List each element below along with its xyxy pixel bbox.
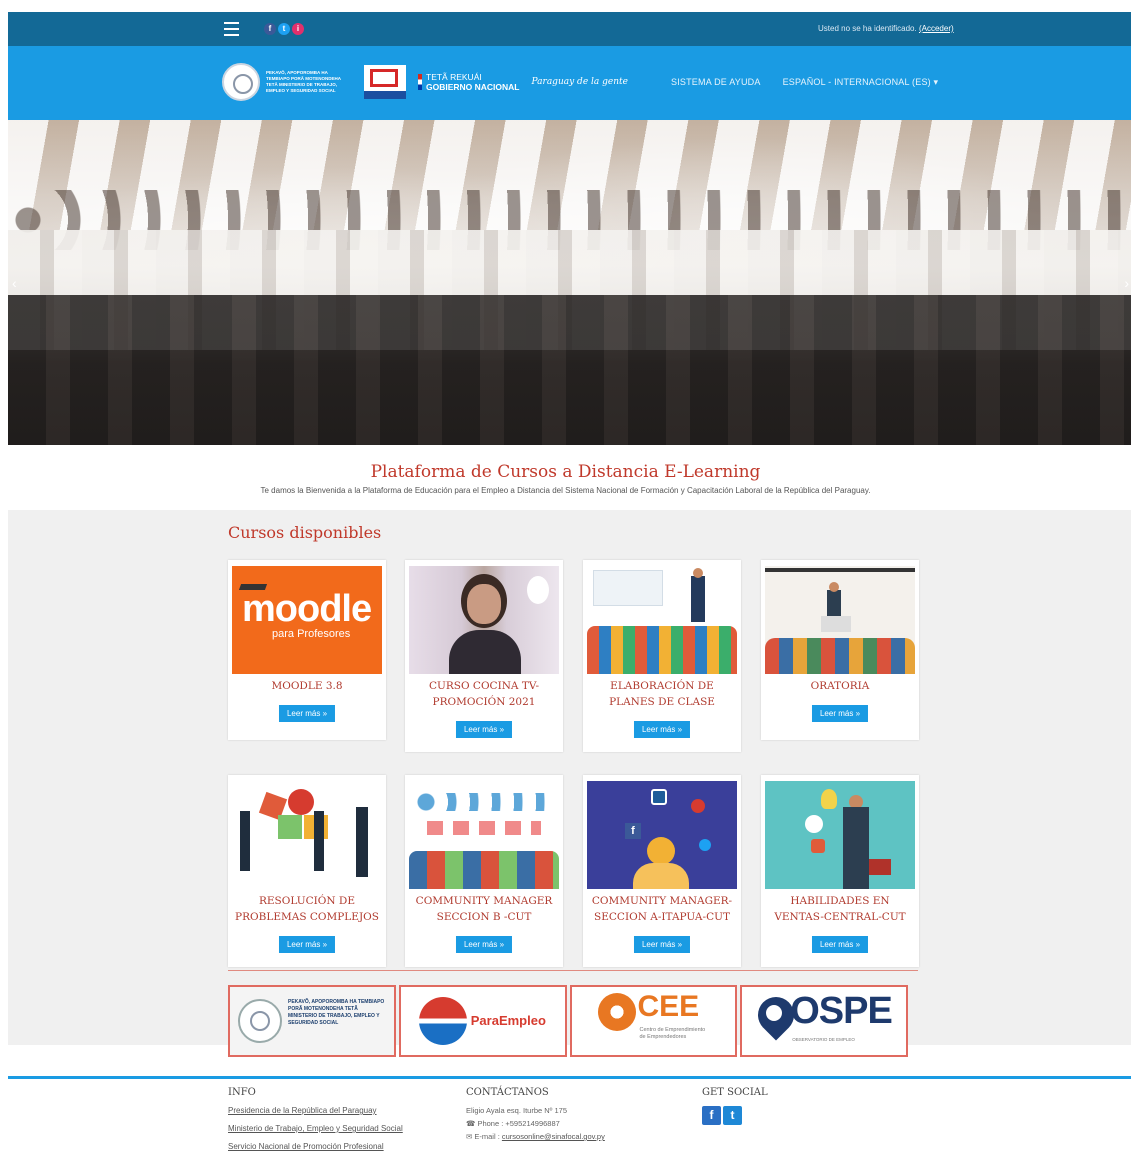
course-card[interactable]: CURSO COCINA TV-PROMOCIÓN 2021 Leer más [405, 560, 563, 752]
contact-phone: Phone : +595214996887 [477, 1119, 560, 1128]
social-icons: f t i [264, 23, 304, 35]
top-bar: f t i Usted no se ha identificado. (Acce… [8, 12, 1131, 46]
language-dropdown[interactable]: ESPAÑOL - INTERNACIONAL (ES) [783, 77, 939, 88]
cee-text: CEE [637, 990, 700, 1023]
read-more-button[interactable]: Leer más [811, 936, 869, 953]
cee-partner-logo[interactable]: CEE Centro de Emprendimiento de Emprende… [569, 985, 738, 1057]
twitter-icon[interactable]: t [723, 1106, 742, 1125]
national-seal-logo[interactable] [222, 63, 260, 101]
carousel-prev-icon[interactable]: ‹ [12, 275, 17, 291]
course-title[interactable]: CURSO COCINA TV-PROMOCIÓN 2021 [409, 678, 559, 710]
footer-link[interactable]: Servicio Nacional de Promoción Profesion… [228, 1142, 403, 1151]
ospe-partner-logo[interactable]: OSPE OBSERVATORIO DE EMPLEO [740, 985, 908, 1057]
sinafocal-logo[interactable] [364, 65, 406, 99]
footer-social-column: GET SOCIAL ft [702, 1087, 768, 1125]
course-thumbnail[interactable] [587, 566, 737, 674]
read-more-button[interactable]: Leer más [455, 936, 513, 953]
footer-contact-title: CONTÁCTANOS [466, 1087, 549, 1098]
facebook-icon[interactable]: f [264, 23, 276, 35]
moodle-logo-sub: para Profesores [272, 628, 351, 640]
ospe-sub-text: OBSERVATORIO DE EMPLEO [792, 1037, 855, 1042]
page-subtitle: Te damos la Bienvenida a la Plataforma d… [260, 486, 871, 495]
course-title[interactable]: ELABORACIÓN DE PLANES DE CLASE [587, 678, 737, 710]
contact-address: Eligio Ayala esq. Iturbe Nº 175 [466, 1106, 567, 1115]
course-thumbnail[interactable] [765, 566, 915, 674]
paraempleo-partner-logo[interactable]: ParaEmpleo [398, 985, 567, 1057]
help-link[interactable]: SISTEMA DE AYUDA [671, 77, 761, 88]
mtess-partner-logo[interactable]: PEKAVÕ, APOPOROMBA HA TEMBIAPO PORÃ MOTE… [228, 985, 396, 1057]
facebook-icon: f [625, 823, 641, 839]
logo-strip: PEKAVÕ, APOPOROMBA HA TEMBIAPO PORÃ MOTE… [222, 58, 628, 106]
contact-email-link[interactable]: cursosonline@sinafocal.gov.py [502, 1132, 605, 1141]
footer-link[interactable]: Ministerio de Trabajo, Empleo y Segurida… [228, 1124, 403, 1133]
read-more-button[interactable]: Leer más [278, 705, 336, 722]
header: PEKAVÕ, APOPOROMBA HA TEMBIAPO PORÃ MOTE… [8, 46, 1131, 120]
read-more-button[interactable]: Leer más [633, 936, 691, 953]
course-card[interactable]: HABILIDADES EN VENTAS-CENTRAL-CUT Leer m… [761, 775, 919, 967]
course-title[interactable]: COMMUNITY MANAGER-SECCION A-ITAPUA-CUT [587, 893, 737, 925]
paraguay-flag-icon [418, 74, 422, 90]
course-card[interactable]: moodle para Profesores MOODLE 3.8 Leer m… [228, 560, 386, 740]
courses-heading: Cursos disponibles [228, 523, 382, 542]
page-title: Plataforma de Cursos a Distancia E-Learn… [370, 462, 761, 482]
login-info: Usted no se ha identificado. (Acceder) [818, 24, 954, 33]
gobierno-nacional-text: GOBIERNO NACIONAL [426, 82, 520, 92]
paraempleo-text: ParaEmpleo [470, 1013, 546, 1028]
course-card[interactable]: COMMUNITY MANAGER SECCION B -CUT Leer má… [405, 775, 563, 967]
partner-logos: PEKAVÕ, APOPOROMBA HA TEMBIAPO PORÃ MOTE… [228, 985, 908, 1057]
twitter-icon[interactable]: t [278, 23, 290, 35]
course-title[interactable]: HABILIDADES EN VENTAS-CENTRAL-CUT [765, 893, 915, 925]
course-title[interactable]: ORATORIA [765, 678, 915, 694]
carousel-next-icon[interactable]: › [1124, 275, 1129, 291]
course-thumbnail[interactable] [765, 781, 915, 889]
footer-info-title: INFO [228, 1087, 256, 1098]
read-more-button[interactable]: Leer más [278, 936, 336, 953]
course-thumbnail[interactable] [232, 781, 382, 889]
course-thumbnail[interactable] [409, 781, 559, 889]
course-title[interactable]: RESOLUCIÓN DE PROBLEMAS COMPLEJOS [232, 893, 382, 925]
footer-info-column: INFO Presidencia de la República del Par… [228, 1087, 403, 1160]
course-thumbnail[interactable]: f [587, 781, 737, 889]
facebook-icon[interactable]: f [702, 1106, 721, 1125]
course-card[interactable]: ORATORIA Leer más [761, 560, 919, 740]
course-thumbnail[interactable]: moodle para Profesores [232, 566, 382, 674]
footer: INFO Presidencia de la República del Par… [8, 1079, 1131, 1162]
section-divider [228, 970, 918, 971]
footer-contact-column: CONTÁCTANOS Eligio Ayala esq. Iturbe Nº … [466, 1087, 605, 1145]
read-more-button[interactable]: Leer más [633, 721, 691, 738]
email-label: E-mail : [474, 1132, 502, 1141]
course-card[interactable]: ELABORACIÓN DE PLANES DE CLASE Leer más [583, 560, 741, 752]
ospe-text: OSPE [790, 990, 893, 1032]
course-title[interactable]: MOODLE 3.8 [232, 678, 382, 694]
read-more-button[interactable]: Leer más [811, 705, 869, 722]
course-thumbnail[interactable] [409, 566, 559, 674]
login-link[interactable]: (Acceder) [919, 24, 954, 33]
moodle-logo-text: moodle [242, 588, 372, 630]
phone-icon: ☎ [466, 1119, 478, 1128]
course-title[interactable]: COMMUNITY MANAGER SECCION B -CUT [409, 893, 559, 925]
header-nav: SISTEMA DE AYUDA ESPAÑOL - INTERNACIONAL… [671, 77, 938, 88]
course-card[interactable]: RESOLUCIÓN DE PROBLEMAS COMPLEJOS Leer m… [228, 775, 386, 967]
menu-icon[interactable] [224, 22, 239, 36]
login-status-text: Usted no se ha identificado. [818, 24, 917, 33]
courses-section: Cursos disponibles moodle para Profesore… [8, 510, 1131, 1057]
cee-sub-text: Centro de Emprendimiento de Emprendedore… [639, 1027, 706, 1040]
footer-social-title: GET SOCIAL [702, 1087, 768, 1098]
hero-carousel: ‹ › [8, 120, 1131, 445]
teta-rekuai-text: TETÃ REKUÁI [426, 72, 482, 82]
read-more-button[interactable]: Leer más [455, 721, 513, 738]
footer-link[interactable]: Presidencia de la República del Paraguay [228, 1106, 403, 1115]
course-card[interactable]: f COMMUNITY MANAGER-SECCION A-ITAPUA-CUT… [583, 775, 741, 967]
mtess-logo-text: PEKAVÕ, APOPOROMBA HA TEMBIAPO PORÃ MOTE… [266, 70, 341, 93]
graduation-cap-icon [238, 584, 268, 590]
gobierno-logo: TETÃ REKUÁI GOBIERNO NACIONAL [418, 72, 520, 92]
instagram-icon[interactable]: i [292, 23, 304, 35]
paraguay-de-la-gente-logo: Paraguay de la gente [531, 76, 628, 87]
